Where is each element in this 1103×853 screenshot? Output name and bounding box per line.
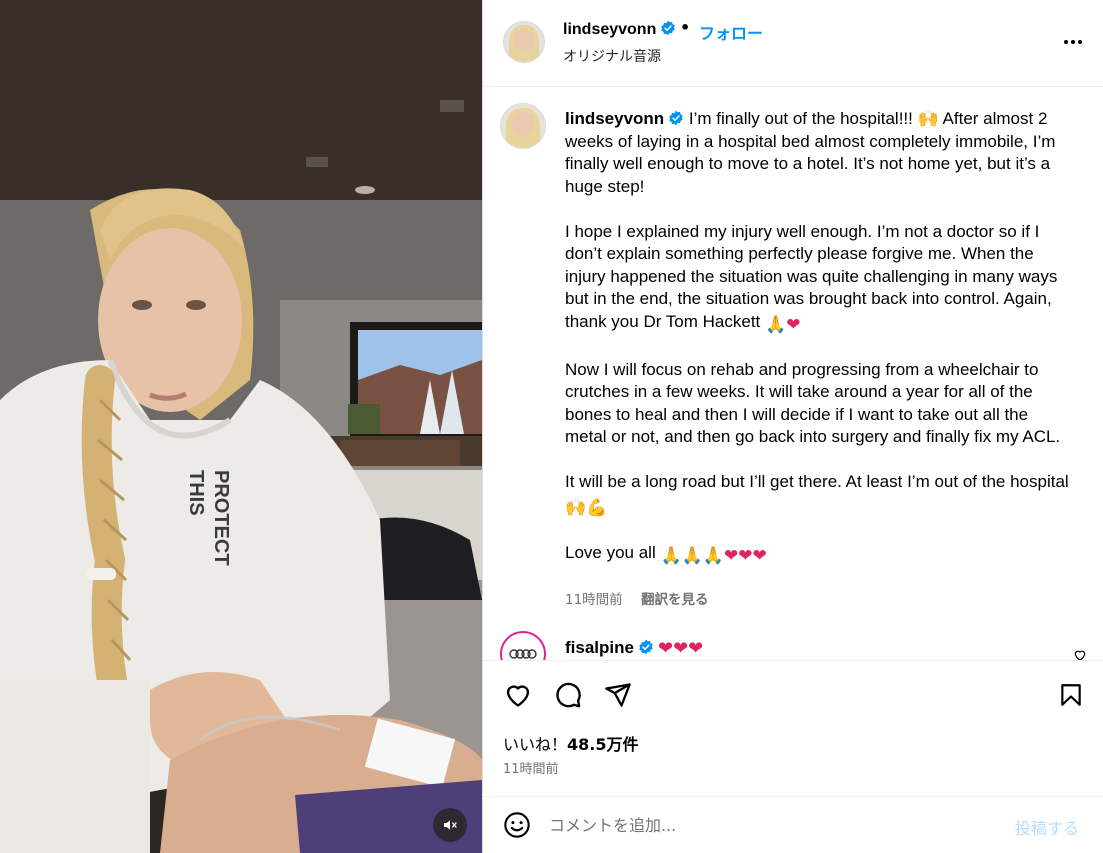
post-time[interactable]: 11時間前: [503, 758, 559, 777]
post-actions: いいね！48.5万件 11時間前: [483, 660, 1103, 796]
likes-prefix: いいね！: [503, 735, 568, 754]
video-frame: PROTECT THIS: [0, 0, 482, 853]
red-heart-icon: ❤: [786, 314, 801, 334]
caption-text-3: Now I will focus on rehab and progressin…: [565, 359, 1061, 447]
verified-badge-icon: [661, 20, 676, 36]
caption-meta: 11時間前 翻訳を見る: [565, 588, 708, 608]
comment-form: 投稿する: [483, 796, 1103, 853]
bookmark-icon[interactable]: [1058, 681, 1084, 709]
author-avatar[interactable]: [503, 21, 545, 63]
svg-text:PROTECT: PROTECT: [210, 470, 232, 566]
caption-username[interactable]: lindseyvonn: [565, 109, 664, 128]
comment-hearts-icon: ❤❤❤: [658, 638, 704, 659]
likes-number: 48.5万件: [567, 735, 639, 754]
caption-text-4: It will be a long road but I’ll get ther…: [565, 472, 1069, 491]
caption-paragraph-4: It will be a long road but I’ll get ther…: [565, 471, 1073, 519]
more-dot: [1078, 40, 1082, 44]
smiley-icon[interactable]: [503, 811, 531, 839]
flexed-biceps-emoji-icon: 💪: [586, 497, 608, 517]
like-count[interactable]: いいね！48.5万件: [503, 731, 639, 755]
post-comment-button[interactable]: 投稿する: [1015, 815, 1079, 839]
fis-logo-icon: [509, 649, 537, 659]
comment-input[interactable]: [549, 811, 1009, 839]
comment-item: fisalpine ❤❤❤: [483, 628, 1103, 660]
heart-outline-icon[interactable]: [503, 681, 533, 709]
post-header: lindseyvonn • フォロー オリジナル音源: [483, 0, 1103, 87]
caption-paragraph-2: I hope I explained my injury well enough…: [565, 221, 1073, 337]
red-heart-icon: ❤❤❤: [723, 545, 767, 565]
speaker-muted-icon: [444, 820, 457, 830]
caption-paragraph-5: Love you all 🙏🙏🙏❤❤❤: [565, 542, 1073, 568]
separator-dot: •: [680, 18, 691, 37]
commenter-avatar[interactable]: [500, 631, 546, 660]
folded-hands-emoji-icon: 🙏🙏🙏: [660, 545, 724, 565]
caption-author-avatar[interactable]: [500, 103, 546, 149]
author-username[interactable]: lindseyvonn: [563, 21, 656, 38]
original-audio-link[interactable]: オリジナル音源: [563, 46, 661, 66]
verified-badge-icon: [639, 639, 653, 655]
more-options-button[interactable]: [1059, 30, 1087, 54]
caption-text-5: Love you all: [565, 542, 656, 562]
caption-paragraph-1: lindseyvonn I’m finally out of the hospi…: [565, 108, 1073, 198]
follow-button[interactable]: フォロー: [699, 20, 763, 44]
see-translation-button[interactable]: 翻訳を見る: [641, 592, 709, 608]
post-dialog: PROTECT THIS lindseyvonn • フォロー オリジナル音源 …: [0, 0, 1103, 853]
caption-time[interactable]: 11時間前: [565, 592, 623, 608]
commenter-username[interactable]: fisalpine: [565, 638, 634, 657]
post-side-panel: lindseyvonn • フォロー オリジナル音源 lindseyvonn I…: [482, 0, 1103, 853]
more-dot: [1071, 40, 1075, 44]
comment-like-heart-icon[interactable]: [1073, 648, 1087, 660]
comment-bubble-icon[interactable]: [553, 681, 583, 709]
mute-button[interactable]: [433, 808, 467, 842]
post-video[interactable]: PROTECT THIS: [0, 0, 482, 853]
more-horizontal-icon: [1064, 40, 1068, 44]
paper-plane-icon[interactable]: [603, 681, 633, 709]
caption-text-2: I hope I explained my injury well enough…: [565, 221, 1058, 331]
comments-scroll-area[interactable]: lindseyvonn I’m finally out of the hospi…: [483, 88, 1103, 660]
folded-hands-emoji-icon: 🙏: [765, 314, 787, 334]
svg-text:THIS: THIS: [185, 470, 207, 516]
raised-hands-emoji-icon: 🙌: [565, 497, 587, 517]
post-caption: lindseyvonn I’m finally out of the hospi…: [565, 108, 1073, 567]
verified-badge-icon: [669, 110, 683, 126]
